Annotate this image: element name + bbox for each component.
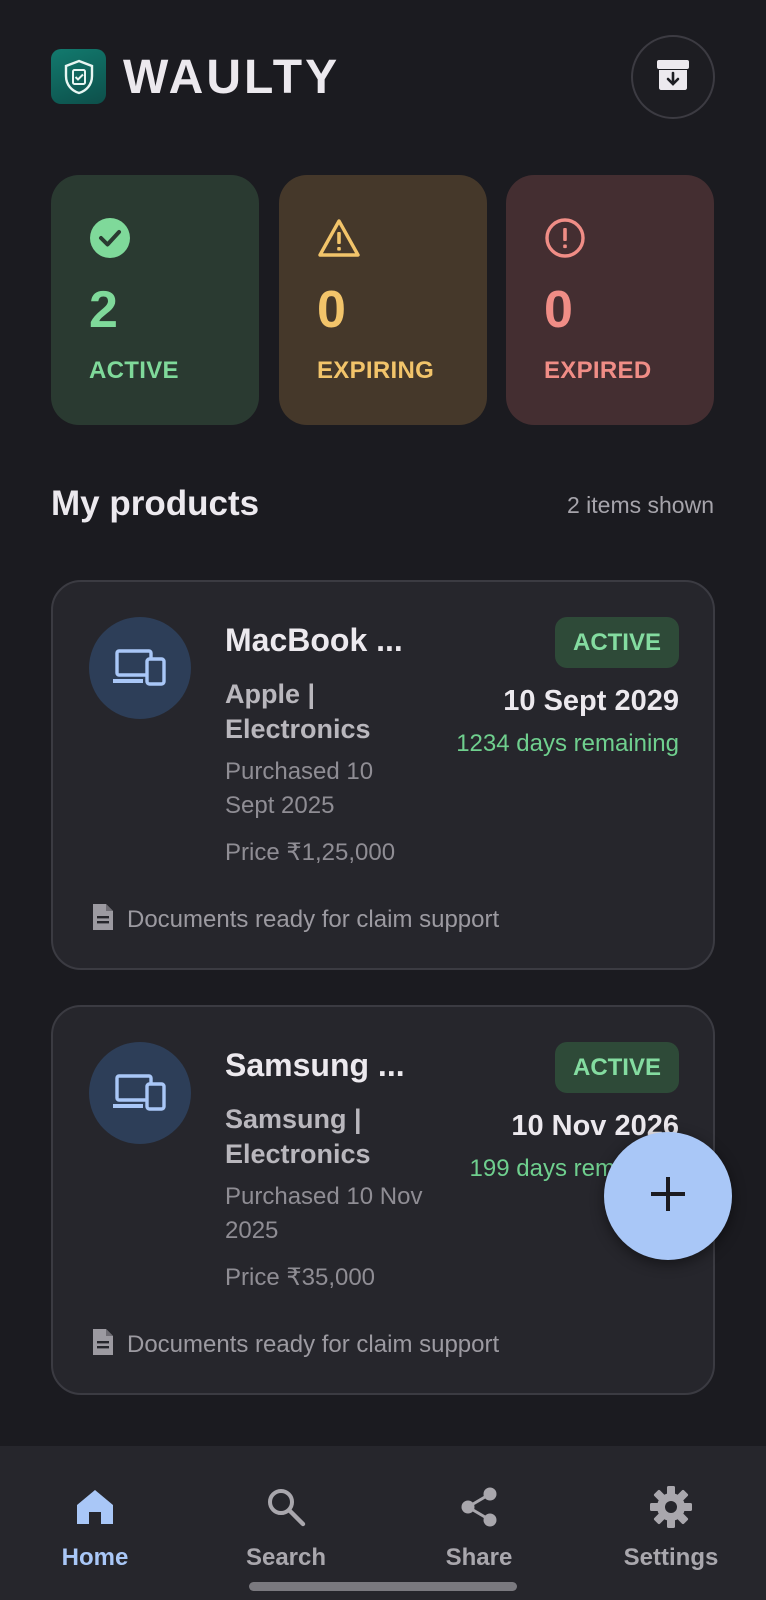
stat-card-active[interactable]: 2 ACTIVE: [51, 175, 259, 425]
days-remaining: 1234 days remaining: [456, 730, 679, 757]
stat-value: 0: [317, 281, 346, 339]
purchase-date: Purchased 10 Sept 2025: [225, 758, 374, 819]
gear-icon: [648, 1484, 694, 1530]
product-price: Price ₹35,000: [225, 1264, 376, 1291]
product-brand: Apple |: [225, 679, 316, 709]
devices-icon: [89, 617, 191, 719]
stat-label: EXPIRED: [544, 357, 652, 384]
status-badge: ACTIVE: [554, 617, 679, 668]
stat-value: 2: [89, 281, 118, 339]
documents-status: Documents ready for claim support: [127, 1330, 500, 1358]
product-category: Electronics: [225, 1139, 371, 1169]
nav-search[interactable]: Search: [211, 1446, 361, 1600]
archive-box-icon: [655, 58, 691, 97]
documents-row: Documents ready for claim support: [91, 1327, 499, 1362]
app-title: WAULTY: [123, 51, 341, 104]
product-brand-category: Samsung | Electronics: [225, 1102, 425, 1172]
purchase-date: Purchased 10 Nov 2025: [225, 1183, 423, 1244]
stat-value: 0: [544, 281, 573, 339]
product-name: Samsung ...: [225, 1047, 405, 1083]
nav-label: Home: [61, 1544, 129, 1571]
status-badge: ACTIVE: [554, 1042, 679, 1093]
stat-card-expired[interactable]: 0 EXPIRED: [506, 175, 714, 425]
devices-icon: [89, 1042, 191, 1144]
archive-button[interactable]: [631, 35, 715, 119]
home-indicator[interactable]: [249, 1582, 517, 1591]
stat-label: ACTIVE: [89, 357, 179, 384]
product-brand: Samsung |: [225, 1104, 362, 1134]
warning-triangle-icon: [317, 217, 360, 259]
nav-label: Search: [245, 1544, 327, 1571]
search-icon: [263, 1484, 309, 1530]
shield-check-icon: [51, 49, 106, 104]
section-title: My products: [51, 484, 260, 523]
stat-card-expiring[interactable]: 0 EXPIRING: [279, 175, 487, 425]
product-card[interactable]: MacBook ... Apple | Electronics Purchase…: [51, 580, 715, 970]
items-count: 2 items shown: [566, 492, 714, 518]
nav-settings[interactable]: Settings: [596, 1446, 746, 1600]
nav-share[interactable]: Share: [404, 1446, 554, 1600]
plus-icon: [648, 1174, 688, 1219]
document-icon: [91, 902, 115, 937]
product-brand-category: Apple | Electronics: [225, 677, 425, 747]
expiry-date: 10 Sept 2029: [503, 685, 679, 717]
nav-label: Settings: [623, 1544, 719, 1571]
share-icon: [456, 1484, 502, 1530]
app-header: WAULTY: [0, 0, 766, 150]
product-category: Electronics: [225, 714, 371, 744]
documents-row: Documents ready for claim support: [91, 902, 499, 937]
nav-label: Share: [445, 1544, 513, 1571]
bottom-navigation: Home Search Share Settings: [0, 1446, 766, 1600]
add-product-button[interactable]: [604, 1132, 732, 1260]
check-circle-icon: [89, 217, 131, 259]
product-price: Price ₹1,25,000: [225, 839, 396, 866]
alert-circle-icon: [544, 217, 586, 259]
document-icon: [91, 1327, 115, 1362]
product-name: MacBook ...: [225, 622, 403, 658]
home-icon: [72, 1484, 118, 1530]
documents-status: Documents ready for claim support: [127, 905, 500, 933]
stat-label: EXPIRING: [317, 357, 435, 384]
nav-home[interactable]: Home: [20, 1446, 170, 1600]
app-root: WAULTY 2 ACTIVE 0 EXPIRING 0 EXPIRED My …: [0, 0, 766, 1600]
